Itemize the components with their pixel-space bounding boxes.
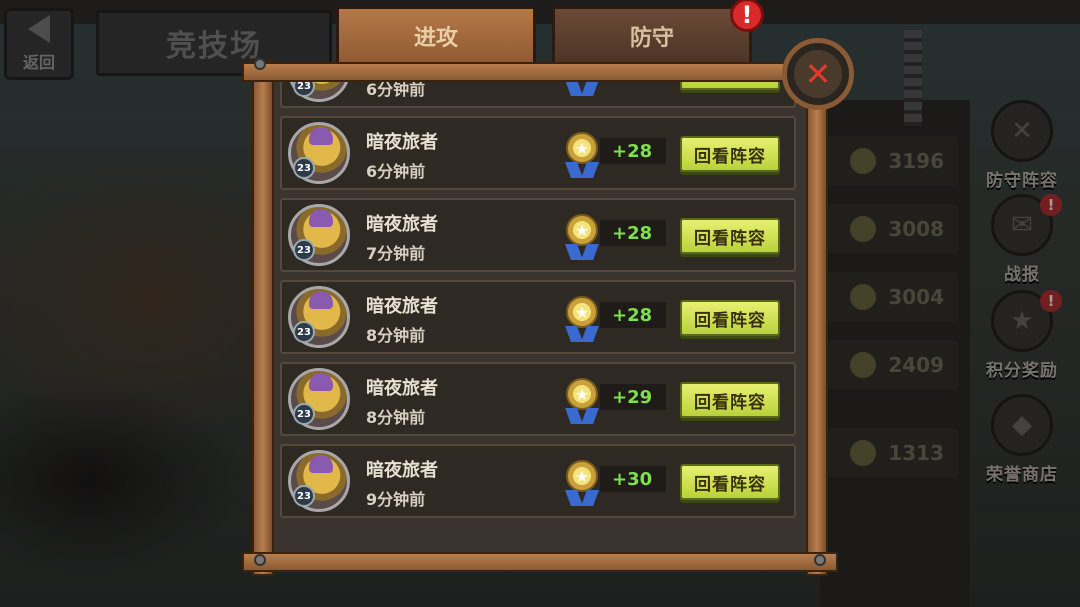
battle-time: 9分钟前	[366, 490, 426, 509]
frame-post-left	[252, 60, 274, 576]
level-badge: 23	[293, 321, 315, 343]
close-button[interactable]: ✕	[782, 38, 854, 110]
avatar-hair	[309, 455, 333, 473]
frame-beam-bottom	[242, 552, 838, 572]
medal-icon: ★	[566, 460, 598, 492]
close-icon: ✕	[794, 50, 842, 98]
points-gained: +28	[600, 220, 666, 246]
ribbon-icon	[564, 490, 600, 504]
tab-attack[interactable]: 进攻	[336, 6, 536, 66]
nail-icon	[254, 554, 266, 566]
avatar-hair	[309, 127, 333, 145]
ribbon-icon	[564, 162, 600, 176]
replay-lineup-button[interactable]: 回看阵容	[680, 82, 780, 90]
medal-icon: ★	[566, 132, 598, 164]
nail-icon	[254, 58, 266, 70]
points-gained: +29	[600, 384, 666, 410]
medal-icon: ★	[566, 214, 598, 246]
ribbon-icon	[564, 408, 600, 422]
opponent-avatar[interactable]: 23	[288, 368, 350, 430]
opponent-avatar[interactable]: 23	[288, 204, 350, 266]
ribbon-icon	[564, 244, 600, 258]
medal-icon: ★	[566, 378, 598, 410]
battle-log-list[interactable]: 23暗夜旅者6分钟前★+27回看阵容23暗夜旅者6分钟前★+28回看阵容23暗夜…	[274, 82, 806, 554]
battle-time: 8分钟前	[366, 408, 426, 427]
level-badge: 23	[293, 485, 315, 507]
battle-time: 7分钟前	[366, 244, 426, 263]
battle-time: 6分钟前	[366, 162, 426, 181]
opponent-avatar[interactable]: 23	[288, 286, 350, 348]
replay-lineup-button[interactable]: 回看阵容	[680, 382, 780, 418]
medal-icon: ★	[566, 296, 598, 328]
battle-time: 8分钟前	[366, 326, 426, 345]
points-gained: +28	[600, 302, 666, 328]
replay-lineup-button[interactable]: 回看阵容	[680, 218, 780, 254]
opponent-avatar[interactable]: 23	[288, 450, 350, 512]
tab-label: 防守	[629, 26, 674, 51]
opponent-name: 暗夜旅者	[366, 460, 438, 481]
level-badge: 23	[293, 157, 315, 179]
frame-post-right	[806, 60, 828, 576]
battle-log-row: 23 暗夜旅者 9分钟前 ★ +30 回看阵容	[280, 444, 796, 518]
opponent-name: 暗夜旅者	[366, 132, 438, 153]
battle-log-popup: 23暗夜旅者6分钟前★+27回看阵容23暗夜旅者6分钟前★+28回看阵容23暗夜…	[242, 58, 838, 576]
points-gained: +28	[600, 138, 666, 164]
battle-time: 6分钟前	[366, 82, 426, 99]
opponent-name: 暗夜旅者	[366, 378, 438, 399]
battle-log-row: 23 暗夜旅者 8分钟前 ★ +29 回看阵容	[280, 362, 796, 436]
nail-icon	[814, 554, 826, 566]
battle-log-row: 23暗夜旅者6分钟前★+27回看阵容	[280, 82, 796, 108]
replay-lineup-button[interactable]: 回看阵容	[680, 464, 780, 500]
avatar-hair	[309, 373, 333, 391]
opponent-name: 暗夜旅者	[366, 214, 438, 235]
level-badge: 23	[293, 239, 315, 261]
avatar-hair	[309, 209, 333, 227]
tab-defense[interactable]: 防守	[552, 6, 752, 66]
avatar-hair	[309, 291, 333, 309]
level-badge: 23	[293, 82, 315, 97]
replay-lineup-button[interactable]: 回看阵容	[680, 136, 780, 172]
replay-lineup-button[interactable]: 回看阵容	[680, 300, 780, 336]
points-gained: +30	[600, 466, 666, 492]
ribbon-icon	[564, 326, 600, 340]
opponent-avatar[interactable]: 23	[288, 122, 350, 184]
level-badge: 23	[293, 403, 315, 425]
battle-log-row: 23 暗夜旅者 8分钟前 ★ +28 回看阵容	[280, 280, 796, 354]
battle-log-row: 23 暗夜旅者 6分钟前 ★ +28 回看阵容	[280, 116, 796, 190]
opponent-name: 暗夜旅者	[366, 296, 438, 317]
ribbon-icon	[564, 82, 600, 94]
battle-log-row: 23 暗夜旅者 7分钟前 ★ +28 回看阵容	[280, 198, 796, 272]
frame-beam-top	[242, 62, 838, 82]
opponent-avatar[interactable]: 23	[288, 82, 350, 102]
tab-label: 进攻	[413, 26, 458, 51]
